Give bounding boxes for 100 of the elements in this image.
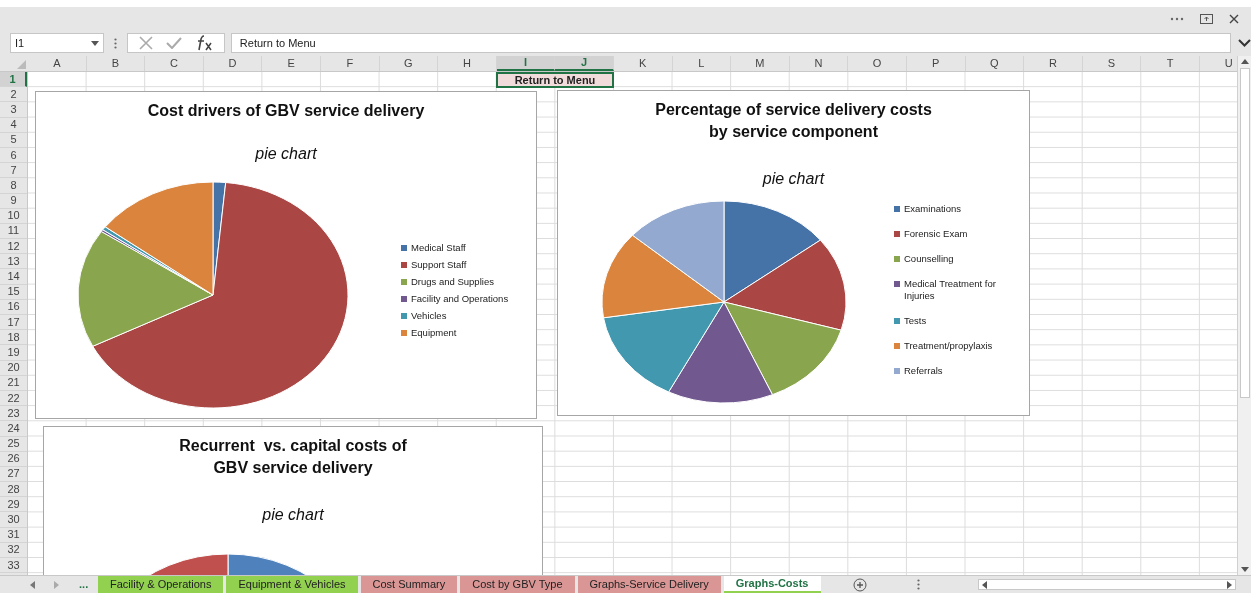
scroll-left-icon[interactable]: [982, 580, 987, 589]
row-header[interactable]: 1: [0, 72, 27, 88]
legend-label: Medical Treatment for Injuries: [904, 278, 997, 302]
name-box-text: I1: [15, 35, 25, 51]
column-header[interactable]: F: [320, 56, 380, 71]
column-header[interactable]: I: [496, 56, 556, 71]
column-header[interactable]: K: [613, 56, 673, 71]
row-header[interactable]: 6: [0, 147, 27, 164]
chart-title: Recurrent vs. capital costs of: [179, 436, 407, 456]
chart-title: Percentage of service delivery costs: [655, 100, 932, 120]
row-header[interactable]: 24: [0, 421, 27, 437]
ribbon-display-icon[interactable]: [1200, 13, 1213, 24]
more-tabs-link[interactable]: ...: [79, 579, 89, 590]
column-header[interactable]: H: [438, 56, 497, 71]
row-header[interactable]: 19: [0, 345, 27, 361]
row-header[interactable]: 20: [0, 360, 27, 376]
return-to-menu-cell[interactable]: Return to Menu: [496, 72, 614, 88]
row-header[interactable]: 8: [0, 178, 27, 194]
insert-function-icon[interactable]: [195, 35, 214, 51]
legend-label: Tests: [904, 315, 927, 327]
chart-title: GBV service delivery: [213, 458, 373, 478]
row-header[interactable]: 14: [0, 269, 27, 285]
row-header[interactable]: 33: [0, 558, 27, 574]
column-header[interactable]: S: [1082, 56, 1142, 71]
horizontal-scrollbar[interactable]: [978, 579, 1236, 590]
row-header[interactable]: 4: [0, 117, 27, 133]
legend-label: Examinations: [904, 203, 962, 215]
row-header[interactable]: 23: [0, 406, 27, 422]
legend-label: Forensic Exam: [904, 228, 968, 240]
chart-subtitle: pie chart: [255, 144, 317, 164]
column-header[interactable]: T: [1141, 56, 1200, 71]
row-header[interactable]: 15: [0, 284, 27, 300]
row-header[interactable]: 18: [0, 330, 27, 346]
column-header[interactable]: Q: [965, 56, 1025, 71]
legend-label: Facility and Operations: [411, 293, 509, 305]
row-header[interactable]: 9: [0, 193, 27, 209]
legend-label: Equipment: [411, 327, 457, 339]
row-header[interactable]: 13: [0, 254, 27, 270]
row-header[interactable]: 11: [0, 223, 27, 240]
legend-label: Referrals: [904, 365, 943, 377]
scroll-thumb[interactable]: [1239, 68, 1250, 398]
legend-label: Drugs and Supplies: [411, 276, 494, 288]
chart-subtitle: pie chart: [262, 505, 324, 525]
row-header[interactable]: 22: [0, 390, 27, 407]
more-icon[interactable]: [1170, 16, 1184, 21]
column-header[interactable]: R: [1024, 56, 1083, 71]
row-header[interactable]: 3: [0, 102, 27, 118]
column-header[interactable]: M: [731, 56, 790, 71]
column-header[interactable]: J: [555, 56, 614, 71]
row-header[interactable]: 17: [0, 315, 27, 331]
column-header[interactable]: N: [789, 56, 849, 71]
row-header[interactable]: 12: [0, 239, 27, 255]
sheet-tab[interactable]: Graphs-Service Delivery: [577, 576, 721, 593]
row-header[interactable]: 27: [0, 466, 27, 483]
row-header[interactable]: 29: [0, 497, 27, 513]
row-header[interactable]: 31: [0, 527, 27, 543]
chart-subtitle: pie chart: [762, 169, 825, 189]
row-header[interactable]: 10: [0, 208, 27, 224]
sheet-tab[interactable]: Facility & Operations: [98, 576, 224, 593]
vertical-scrollbar[interactable]: [1237, 56, 1251, 575]
row-header[interactable]: 7: [0, 163, 27, 179]
add-sheet-icon[interactable]: [852, 577, 867, 592]
column-header[interactable]: C: [145, 56, 204, 71]
row-header[interactable]: 21: [0, 375, 27, 391]
column-header[interactable]: G: [379, 56, 439, 71]
row-header[interactable]: 32: [0, 542, 27, 558]
expand-chevron-icon[interactable]: [1238, 39, 1251, 47]
row-header[interactable]: 26: [0, 451, 27, 467]
column-header[interactable]: L: [672, 56, 732, 71]
close-icon[interactable]: [1229, 13, 1239, 24]
scroll-down-icon[interactable]: [1240, 567, 1249, 572]
sheet-tab[interactable]: Cost Summary: [360, 576, 458, 593]
column-header[interactable]: B: [86, 56, 146, 71]
column-header[interactable]: P: [906, 56, 966, 71]
scroll-up-icon[interactable]: [1240, 59, 1249, 64]
name-box[interactable]: I1: [10, 33, 104, 53]
column-header[interactable]: O: [848, 56, 907, 71]
check-icon[interactable]: [165, 37, 182, 49]
sheet-tab[interactable]: Graphs-Costs: [723, 576, 821, 593]
column-header[interactable]: A: [28, 56, 87, 71]
row-header[interactable]: 25: [0, 436, 27, 452]
row-header[interactable]: 30: [0, 512, 27, 528]
legend-label: Support Staff: [411, 259, 467, 271]
sheet-tab[interactable]: Equipment & Vehicles: [226, 576, 358, 593]
scroll-tabs-left-icon[interactable]: [29, 580, 35, 589]
column-header[interactable]: D: [203, 56, 263, 71]
sheet-tab[interactable]: Cost by GBV Type: [460, 576, 575, 593]
row-header[interactable]: 5: [0, 132, 27, 148]
legend-label: Counselling: [904, 253, 954, 265]
more-options-icon[interactable]: [113, 37, 117, 49]
scroll-right-icon[interactable]: [1227, 580, 1232, 589]
legend-label: Treatment/propylaxis: [904, 340, 993, 352]
row-header[interactable]: 2: [0, 87, 27, 103]
row-header[interactable]: 28: [0, 482, 27, 498]
formula-text: Return to Menu: [239, 35, 316, 51]
dropdown-caret-icon[interactable]: [90, 40, 99, 46]
column-header[interactable]: E: [262, 56, 321, 71]
formula-bar[interactable]: Return to Menu: [230, 33, 1231, 53]
more-options-icon[interactable]: [916, 579, 920, 590]
row-header[interactable]: 16: [0, 299, 27, 315]
